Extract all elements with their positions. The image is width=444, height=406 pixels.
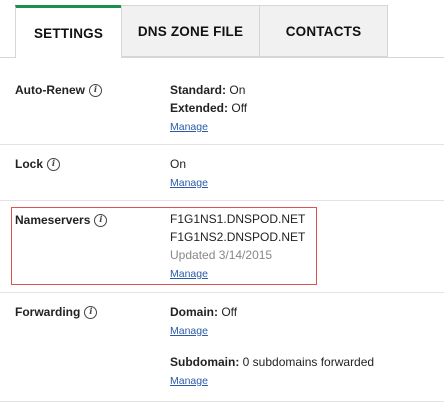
forwarding-subdomain: Subdomain: 0 subdomains forwarded Manage (170, 355, 375, 387)
divider (0, 144, 444, 145)
info-icon[interactable]: i (47, 157, 61, 171)
divider (0, 200, 444, 201)
divider (0, 292, 444, 293)
lock-status: On (170, 157, 187, 171)
autorenew-label: Auto-Renew i (15, 83, 102, 97)
nameserver-1: F1G1NS1.DNSPOD.NET (170, 212, 306, 226)
nameservers-updated: Updated 3/14/2015 (170, 248, 273, 262)
tab-settings[interactable]: SETTINGS (15, 5, 122, 58)
nameservers-values: F1G1NS1.DNSPOD.NET F1G1NS2.DNSPOD.NET Up… (170, 210, 305, 283)
forwarding-domain: Domain: Off Manage (170, 305, 238, 337)
autorenew-extended: Extended: Off (170, 101, 248, 115)
lock-values: On Manage (170, 155, 208, 192)
nameservers-manage-link[interactable]: Manage (170, 268, 208, 280)
autorenew-manage-link[interactable]: Manage (170, 121, 208, 133)
forwarding-label: Forwarding i (15, 305, 98, 319)
forwarding-domain-manage-link[interactable]: Manage (170, 325, 208, 337)
forwarding-subdomain-manage-link[interactable]: Manage (170, 375, 208, 387)
autorenew-values: Standard: On Extended: Off Manage (170, 81, 247, 136)
lock-manage-link[interactable]: Manage (170, 177, 208, 189)
nameservers-label: Nameservers i (15, 213, 108, 227)
nameserver-2: F1G1NS2.DNSPOD.NET (170, 230, 306, 244)
tab-dns-zone-file[interactable]: DNS ZONE FILE (121, 5, 260, 57)
divider (0, 401, 444, 402)
info-icon[interactable]: i (84, 305, 98, 319)
info-icon[interactable]: i (94, 213, 108, 227)
tab-contacts[interactable]: CONTACTS (259, 5, 388, 57)
info-icon[interactable]: i (89, 83, 102, 97)
autorenew-standard: Standard: On (170, 83, 246, 97)
lock-label: Lock i (15, 157, 61, 171)
